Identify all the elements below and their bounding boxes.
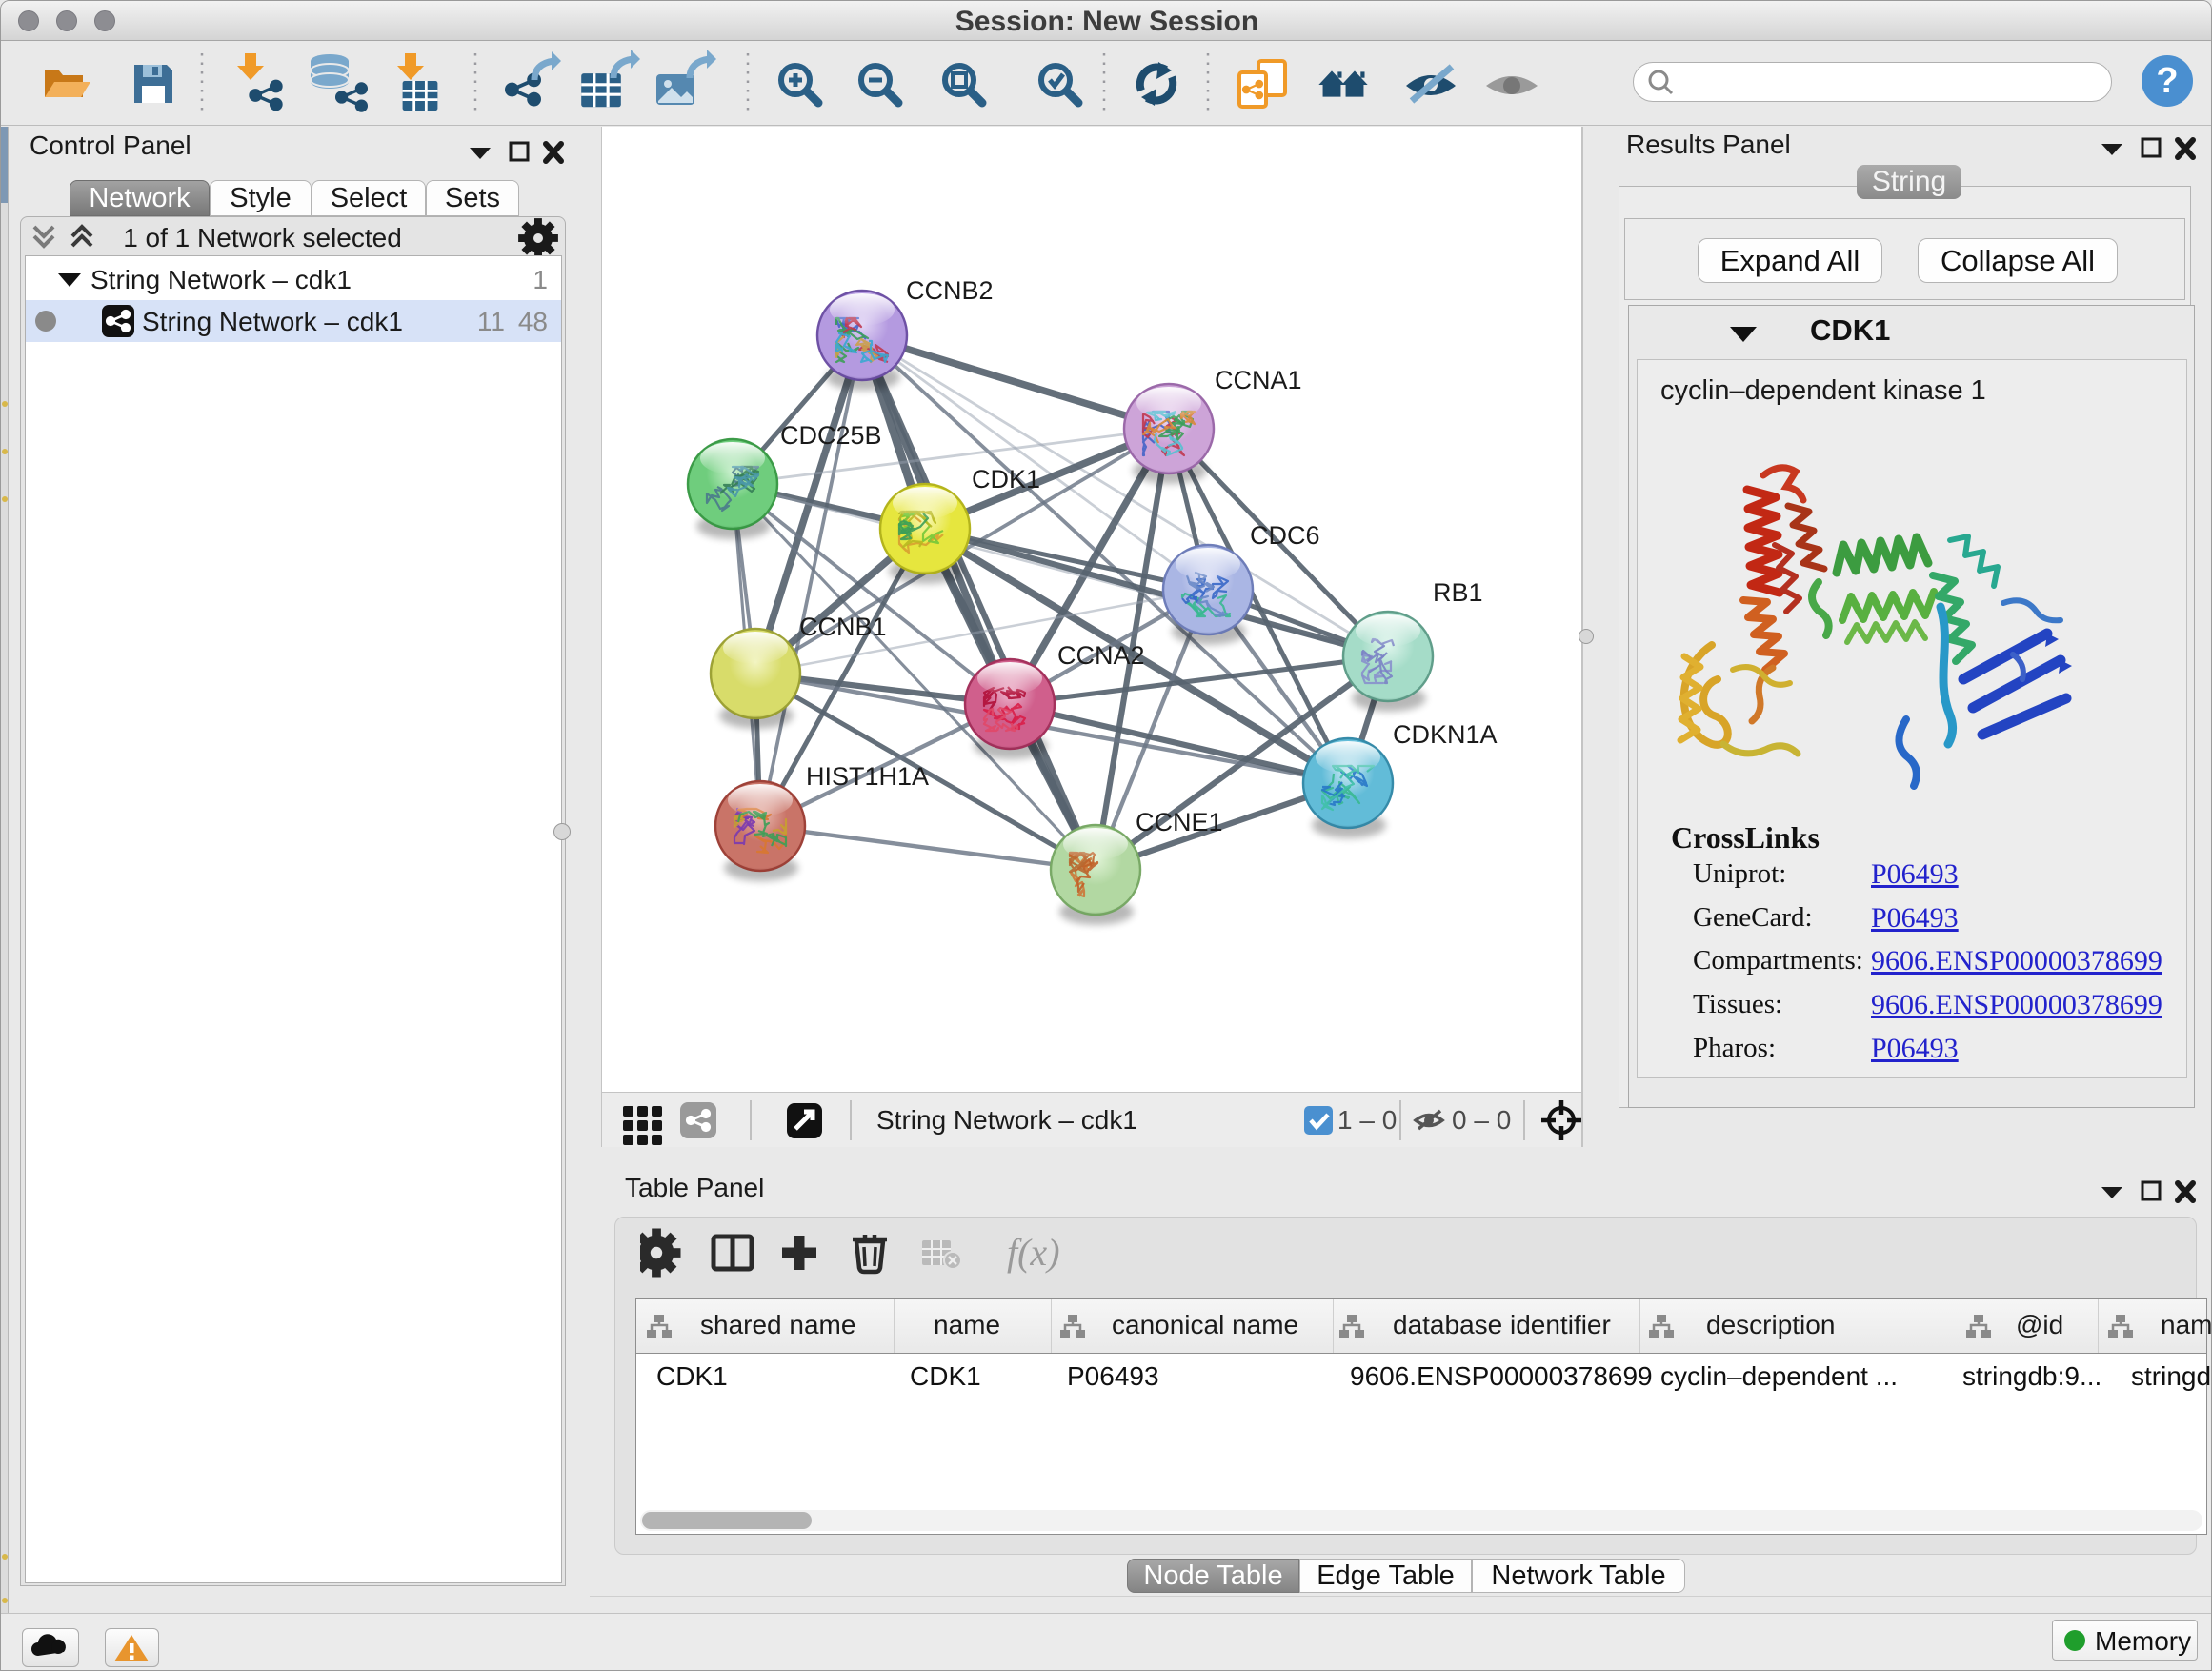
svg-text:CDC6: CDC6 bbox=[1250, 521, 1320, 550]
svg-text:CCNE1: CCNE1 bbox=[1136, 808, 1223, 836]
svg-text:RB1: RB1 bbox=[1433, 578, 1483, 607]
svg-text:CCNA1: CCNA1 bbox=[1215, 366, 1302, 394]
svg-text:CCNA2: CCNA2 bbox=[1057, 641, 1145, 670]
svg-text:CCNB1: CCNB1 bbox=[799, 613, 887, 641]
svg-text:HIST1H1A: HIST1H1A bbox=[806, 762, 929, 791]
svg-text:CCNB2: CCNB2 bbox=[906, 276, 994, 305]
svg-text:CDKN1A: CDKN1A bbox=[1393, 720, 1498, 749]
svg-text:CDC25B: CDC25B bbox=[780, 421, 882, 450]
svg-text:f(x): f(x) bbox=[1007, 1231, 1060, 1274]
svg-text:CDK1: CDK1 bbox=[972, 465, 1040, 493]
